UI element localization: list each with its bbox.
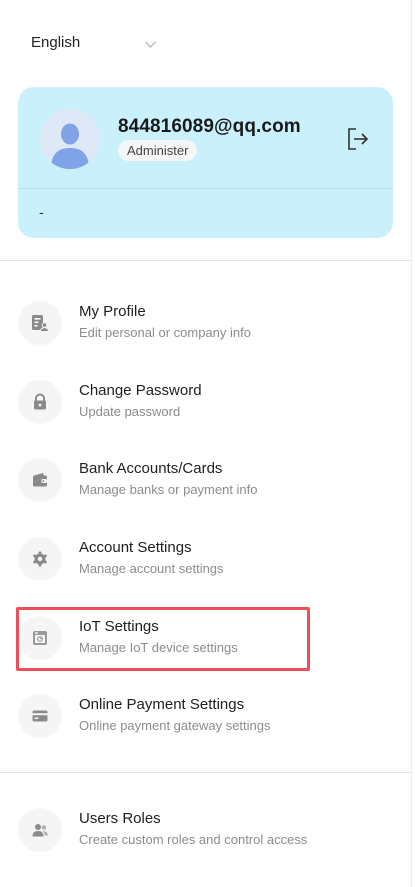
menu-item-subtitle: Manage banks or payment info [79,482,258,497]
menu-item-title: Change Password [79,382,202,399]
menu-item-title: Users Roles [79,810,161,827]
menu-item-title: Bank Accounts/Cards [79,460,223,477]
menu-item-subtitle: Edit personal or company info [79,325,251,340]
section-divider [0,260,411,261]
logout-icon[interactable] [345,126,371,152]
profile-card: 844816089@qq.com Administer - [18,87,393,238]
menu-item-account-settings[interactable]: Account Settings Manage account settings [18,537,398,593]
chevron-down-icon[interactable] [144,38,157,51]
profile-card-icon [18,301,62,345]
menu-item-my-profile[interactable]: My Profile Edit personal or company info [18,301,398,357]
section-divider [0,772,411,773]
users-icon [18,808,62,852]
menu-item-title: IoT Settings [79,618,159,635]
menu-item-subtitle: Manage account settings [79,561,224,576]
user-avatar-icon [40,109,100,169]
lock-icon [18,380,62,424]
language-selected-label: English [31,34,81,51]
menu-item-title: Account Settings [79,539,192,556]
menu-item-iot-settings[interactable]: IoT Settings Manage IoT device settings [18,616,398,672]
card-divider [18,188,393,189]
menu-item-title: Online Payment Settings [79,696,245,713]
account-email: 844816089@qq.com [118,116,301,137]
menu-item-bank-accounts[interactable]: Bank Accounts/Cards Manage banks or paym… [18,458,398,514]
menu-item-change-password[interactable]: Change Password Update password [18,380,398,436]
wallet-icon [18,458,62,502]
right-edge-rule [411,0,412,887]
menu-item-online-payment-settings[interactable]: Online Payment Settings Online payment g… [18,694,398,750]
menu-item-subtitle: Update password [79,404,181,419]
menu-item-subtitle: Manage IoT device settings [79,640,238,655]
credit-card-icon [18,694,62,738]
menu-item-users-roles[interactable]: Users Roles Create custom roles and cont… [18,808,398,864]
avatar [40,109,100,169]
menu-item-title: My Profile [79,303,146,320]
menu-item-subtitle: Online payment gateway settings [79,718,271,733]
card-footer-text: - [39,204,44,220]
iot-device-icon [18,616,62,660]
role-badge: Administer [118,140,198,161]
menu-item-subtitle: Create custom roles and control access [79,832,308,847]
language-selector[interactable]: English [31,34,80,51]
gear-icon [18,537,62,581]
